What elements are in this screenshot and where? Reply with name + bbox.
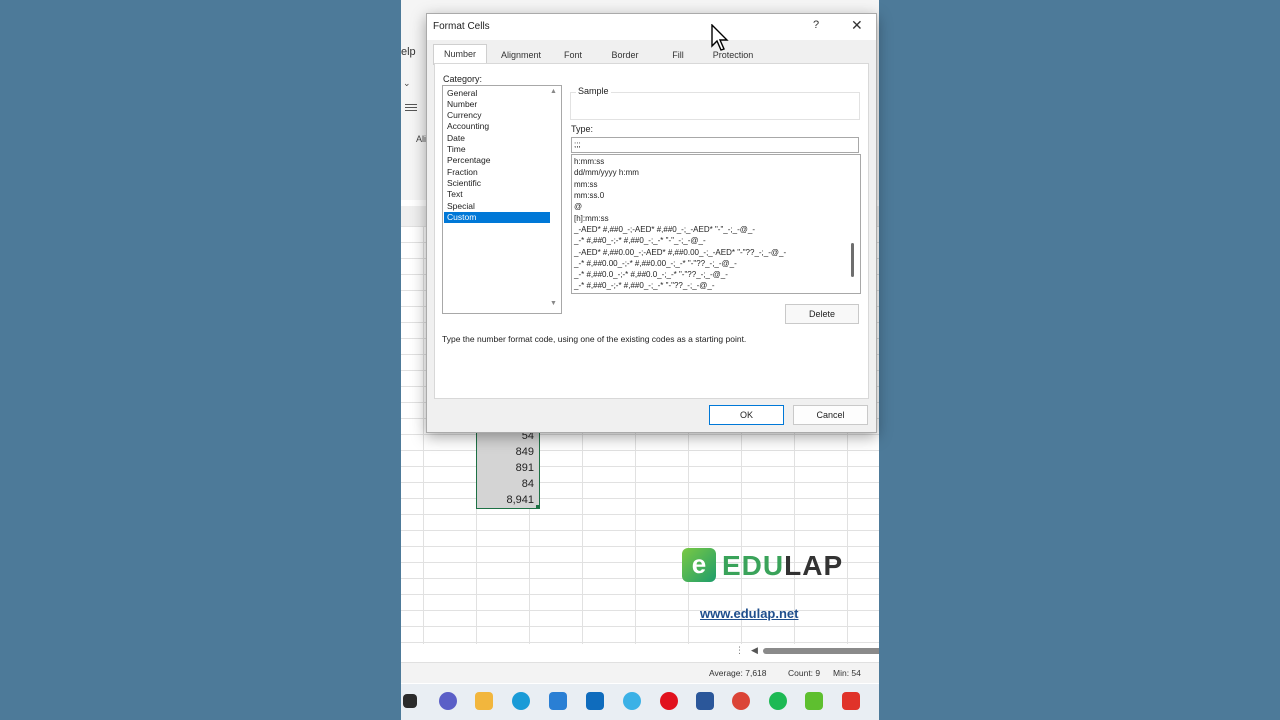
opera-icon[interactable]: [660, 692, 678, 710]
status-average: Average: 7,618: [709, 668, 767, 678]
cancel-button[interactable]: Cancel: [793, 405, 868, 425]
edge-icon[interactable]: [512, 692, 530, 710]
format-code-item[interactable]: _-* #,##0_-;-* #,##0_-;_-* "-"??_-;_-@_-: [574, 280, 844, 291]
tab-number[interactable]: Number: [433, 44, 487, 65]
ok-button[interactable]: OK: [709, 405, 784, 425]
wrap-text-icon[interactable]: [405, 102, 417, 114]
word-icon[interactable]: [696, 692, 714, 710]
format-code-item[interactable]: _-AED* #,##0_-;-AED* #,##0_-;_-AED* "-"_…: [574, 224, 844, 235]
dialog-title: Format Cells: [433, 21, 490, 32]
format-code-item[interactable]: _-* #,##0.00_-;-* #,##0.00_-;_-* "-"??_-…: [574, 258, 844, 269]
format-code-item[interactable]: _-* #,##0.0_-;-* #,##0.0_-;_-* "-"??_-;_…: [574, 269, 844, 280]
camtasia-icon[interactable]: [805, 692, 823, 710]
paint-icon[interactable]: [623, 692, 641, 710]
mouse-pointer-icon: [711, 24, 729, 51]
format-code-item[interactable]: _-* #,##0_-;-* #,##0_-;_-* "-"_-;_-@_-: [574, 235, 844, 246]
close-button[interactable]: ✕: [851, 17, 863, 34]
edulap-logo: e EDULAP: [682, 546, 852, 586]
chrome-icon[interactable]: [732, 692, 750, 710]
format-code-item[interactable]: dd/mm/yyyy h:mm: [574, 167, 844, 178]
split-handle-icon[interactable]: ⋮: [735, 645, 744, 656]
sample-box: [570, 92, 860, 120]
format-code-item[interactable]: mm:ss.0: [574, 190, 844, 201]
spotify-icon[interactable]: [769, 692, 787, 710]
category-scientific[interactable]: Scientific: [444, 178, 550, 189]
edulap-logo-mark: e: [682, 548, 716, 582]
category-currency[interactable]: Currency: [444, 110, 550, 121]
instruction-text: Type the number format code, using one o…: [442, 334, 747, 344]
category-general[interactable]: General: [444, 88, 550, 99]
edulap-url[interactable]: www.edulap.net: [700, 606, 798, 621]
tab-fill[interactable]: Fill: [661, 46, 695, 64]
file-explorer-icon[interactable]: [403, 694, 417, 708]
tab-border[interactable]: Border: [603, 46, 647, 64]
scroll-down-icon[interactable]: ▼: [550, 300, 557, 307]
format-code-item[interactable]: [h]:mm:ss: [574, 213, 844, 224]
status-min: Min: 54: [833, 668, 861, 678]
category-list[interactable]: General Number Currency Accounting Date …: [442, 85, 562, 314]
scrollbar-thumb[interactable]: [763, 648, 879, 654]
format-list-scrollbar[interactable]: [851, 243, 854, 277]
cell[interactable]: 8,941: [476, 492, 538, 508]
tab-font[interactable]: Font: [553, 46, 593, 64]
type-label: Type:: [571, 124, 594, 134]
format-code-item[interactable]: @: [574, 201, 844, 212]
teams-icon[interactable]: [439, 692, 457, 710]
category-special[interactable]: Special: [444, 201, 550, 212]
number-tab-panel: Category: General Number Currency Accoun…: [434, 63, 869, 399]
delete-button[interactable]: Delete: [785, 304, 859, 324]
scroll-left-icon[interactable]: ◀: [751, 645, 758, 656]
category-custom[interactable]: Custom: [444, 212, 550, 223]
category-accounting[interactable]: Accounting: [444, 121, 550, 132]
format-code-item[interactable]: mm:ss: [574, 179, 844, 190]
edulap-wordmark: EDULAP: [722, 550, 844, 581]
category-date[interactable]: Date: [444, 133, 550, 144]
scroll-up-icon[interactable]: ▲: [550, 88, 557, 95]
category-number[interactable]: Number: [444, 99, 550, 110]
status-count: Count: 9: [788, 668, 821, 678]
cell[interactable]: 84: [476, 476, 538, 492]
sample-label: Sample: [576, 86, 611, 96]
status-bar: Average: 7,618 Count: 9 Min: 54: [401, 662, 879, 683]
category-time[interactable]: Time: [444, 144, 550, 155]
cell[interactable]: 891: [476, 460, 538, 476]
recorder-icon[interactable]: [842, 692, 860, 710]
tab-strip: Number Alignment Font Border Fill Protec…: [433, 44, 873, 65]
category-label: Category:: [443, 74, 483, 84]
cell[interactable]: 849: [476, 444, 538, 460]
tab-alignment[interactable]: Alignment: [491, 46, 551, 64]
category-text[interactable]: Text: [444, 189, 550, 200]
chevron-down-icon[interactable]: ⌄: [403, 78, 411, 89]
category-percentage[interactable]: Percentage: [444, 155, 550, 166]
format-cells-dialog: Format Cells ? ✕ Number Alignment Font B…: [426, 13, 877, 433]
category-fraction[interactable]: Fraction: [444, 167, 550, 178]
format-code-item[interactable]: h:mm:ss: [574, 156, 844, 167]
menu-help[interactable]: elp: [401, 46, 416, 58]
dialog-titlebar[interactable]: Format Cells ? ✕: [427, 14, 876, 40]
help-button[interactable]: ?: [813, 19, 819, 31]
folder-icon[interactable]: [475, 692, 493, 710]
format-code-item[interactable]: _-AED* #,##0.00_-;-AED* #,##0.00_-;_-AED…: [574, 247, 844, 258]
taskbar: [401, 684, 879, 720]
type-input[interactable]: ;;;: [571, 137, 859, 153]
alignment-group-label: Ali: [416, 134, 427, 144]
store-icon[interactable]: [549, 692, 567, 710]
format-code-list[interactable]: h:mm:ss dd/mm/yyyy h:mm mm:ss mm:ss.0 @ …: [571, 154, 861, 294]
horizontal-scrollbar[interactable]: ⋮ ◀: [735, 645, 879, 656]
outlook-icon[interactable]: [586, 692, 604, 710]
fill-handle[interactable]: [536, 505, 540, 509]
